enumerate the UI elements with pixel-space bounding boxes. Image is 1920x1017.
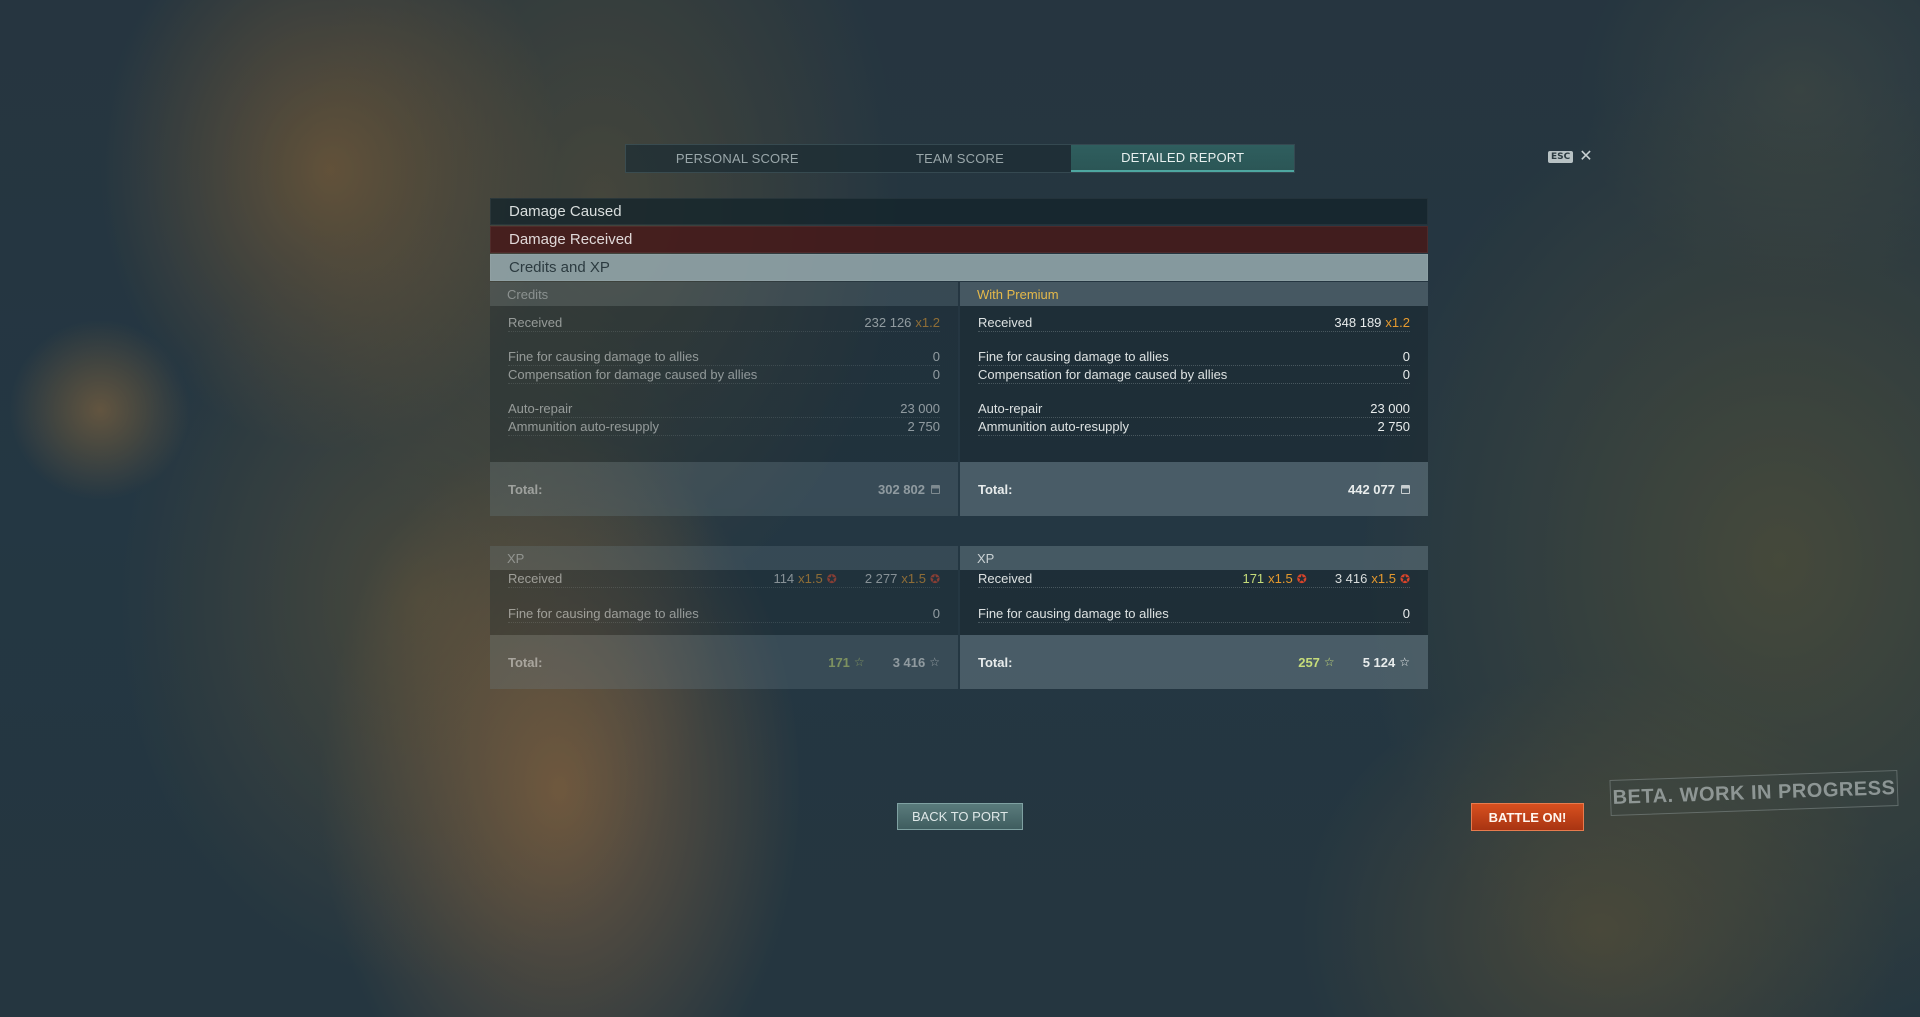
row-label: Ammunition auto-resupply bbox=[978, 419, 1130, 434]
row-label: Compensation for damage caused by allies bbox=[978, 367, 1228, 382]
row-label: Received bbox=[508, 315, 563, 330]
xp-standard-column: XP Received 114 x1.5 ✪ 2 277 x1.5 ✪ Fine for… bbox=[490, 546, 958, 689]
tab-detailed-report[interactable]: DETAILED REPORT bbox=[1071, 145, 1295, 172]
score-tabs: PERSONAL SCORE TEAM SCORE DETAILED REPOR… bbox=[625, 144, 1295, 173]
xp-star-icon: ☆ bbox=[1399, 655, 1410, 669]
battle-on-button[interactable]: BATTLE ON! bbox=[1471, 803, 1584, 831]
free-xp-value: 2 277 bbox=[864, 571, 898, 586]
xp-received-row: Received 171 x1.5 ✪ 3 416 x1.5 ✪ bbox=[978, 570, 1410, 588]
credits-header: Credits bbox=[490, 282, 958, 306]
xp-header: XP bbox=[490, 546, 958, 570]
ammo-resupply-row: Ammunition auto-resupply 2 750 bbox=[508, 418, 940, 436]
elite-xp-icon: ✪ bbox=[1296, 571, 1307, 586]
row-label: Fine for causing damage to allies bbox=[508, 349, 699, 364]
compensation-row: Compensation for damage caused by allies… bbox=[508, 366, 940, 384]
total-xp-value: 257 bbox=[1298, 654, 1320, 670]
row-label: Received bbox=[978, 315, 1033, 330]
fine-row: Fine for causing damage to allies 0 bbox=[508, 348, 940, 366]
free-xp-multiplier: x1.5 bbox=[1371, 571, 1396, 586]
free-xp-multiplier: x1.5 bbox=[901, 571, 926, 586]
row-label: Ammunition auto-resupply bbox=[508, 419, 660, 434]
fine-row: Fine for causing damage to allies 0 bbox=[978, 348, 1410, 366]
total-label: Total: bbox=[978, 481, 1013, 497]
back-to-port-button[interactable]: BACK TO PORT bbox=[897, 803, 1023, 830]
tab-team-score[interactable]: TEAM SCORE bbox=[849, 145, 1072, 172]
elite-xp-icon: ✪ bbox=[826, 571, 837, 586]
fine-value: 0 bbox=[1402, 606, 1410, 621]
ammo-resupply-row: Ammunition auto-resupply 2 750 bbox=[978, 418, 1410, 436]
row-label: Auto-repair bbox=[508, 401, 573, 416]
row-label: Auto-repair bbox=[978, 401, 1043, 416]
free-xp-value: 3 416 bbox=[1334, 571, 1368, 586]
total-label: Total: bbox=[508, 481, 543, 497]
esc-key-hint: ESC bbox=[1548, 151, 1574, 163]
fine-value: 0 bbox=[932, 349, 940, 364]
credits-icon bbox=[1401, 484, 1410, 494]
elite-xp-icon: ✪ bbox=[929, 571, 940, 586]
credits-premium-column: With Premium Received 348 189 x1.2 Fine f… bbox=[960, 282, 1428, 516]
received-value: 348 189 bbox=[1334, 315, 1382, 330]
xp-value: 114 bbox=[773, 571, 795, 586]
credits-total: Total: 442 077 bbox=[960, 462, 1428, 516]
auto-repair-row: Auto-repair 23 000 bbox=[508, 400, 940, 418]
total-xp-value: 171 bbox=[828, 654, 850, 670]
xp-star-icon: ☆ bbox=[929, 655, 940, 669]
xp-star-icon: ☆ bbox=[1323, 655, 1335, 669]
xp-fine-row: Fine for causing damage to allies 0 bbox=[978, 605, 1410, 623]
credits-received-row: Received 348 189 x1.2 bbox=[978, 314, 1410, 332]
auto-repair-value: 23 000 bbox=[900, 401, 940, 416]
total-label: Total: bbox=[508, 654, 543, 670]
total-value: 302 802 bbox=[878, 481, 925, 497]
xp-multiplier: x1.5 bbox=[1268, 571, 1293, 586]
xp-value: 171 bbox=[1242, 571, 1265, 586]
detailed-report-panel: Damage Caused Damage Received Credits an… bbox=[490, 198, 1428, 689]
elite-xp-icon: ✪ bbox=[1399, 571, 1410, 586]
auto-repair-row: Auto-repair 23 000 bbox=[978, 400, 1410, 418]
total-free-xp-value: 5 124 bbox=[1362, 654, 1396, 670]
compensation-value: 0 bbox=[1402, 367, 1410, 382]
section-credits-xp[interactable]: Credits and XP bbox=[490, 254, 1428, 281]
row-label: Fine for causing damage to allies bbox=[978, 606, 1169, 621]
xp-star-icon: ☆ bbox=[853, 655, 865, 669]
xp-received-row: Received 114 x1.5 ✪ 2 277 x1.5 ✪ bbox=[508, 570, 940, 588]
xp-header: XP bbox=[960, 546, 1428, 570]
received-multiplier: x1.2 bbox=[915, 315, 940, 330]
row-label: Received bbox=[978, 571, 1033, 586]
auto-repair-value: 23 000 bbox=[1370, 401, 1410, 416]
received-value: 232 126 bbox=[864, 315, 912, 330]
close-control[interactable]: ESC ✕ bbox=[1548, 149, 1593, 165]
total-label: Total: bbox=[978, 654, 1013, 670]
received-multiplier: x1.2 bbox=[1385, 315, 1410, 330]
credits-received-row: Received 232 126 x1.2 bbox=[508, 314, 940, 332]
fine-value: 0 bbox=[932, 606, 940, 621]
credits-columns: Credits Received 232 126 x1.2 Fine for ca… bbox=[490, 282, 1428, 516]
close-icon[interactable]: ✕ bbox=[1579, 149, 1592, 165]
ammo-resupply-value: 2 750 bbox=[1377, 419, 1410, 434]
xp-premium-column: XP Received 171 x1.5 ✪ 3 416 x1.5 ✪ Fine for… bbox=[960, 546, 1428, 689]
xp-total: Total: 171 ☆ 3 416 ☆ bbox=[490, 635, 958, 689]
xp-total: Total: 257 ☆ 5 124 ☆ bbox=[960, 635, 1428, 689]
premium-header: With Premium bbox=[960, 282, 1428, 306]
section-damage-received[interactable]: Damage Received bbox=[490, 226, 1428, 253]
row-label: Received bbox=[508, 571, 563, 586]
xp-columns: XP Received 114 x1.5 ✪ 2 277 x1.5 ✪ Fine for… bbox=[490, 546, 1428, 689]
ammo-resupply-value: 2 750 bbox=[907, 419, 940, 434]
credits-standard-column: Credits Received 232 126 x1.2 Fine for ca… bbox=[490, 282, 958, 516]
total-value: 442 077 bbox=[1348, 481, 1395, 497]
row-label: Fine for causing damage to allies bbox=[508, 606, 699, 621]
compensation-row: Compensation for damage caused by allies… bbox=[978, 366, 1410, 384]
credits-icon bbox=[931, 484, 940, 494]
row-label: Fine for causing damage to allies bbox=[978, 349, 1169, 364]
tab-personal-score[interactable]: PERSONAL SCORE bbox=[626, 145, 849, 172]
section-damage-caused[interactable]: Damage Caused bbox=[490, 198, 1428, 225]
total-free-xp-value: 3 416 bbox=[892, 654, 926, 670]
xp-multiplier: x1.5 bbox=[798, 571, 823, 586]
fine-value: 0 bbox=[1402, 349, 1410, 364]
compensation-value: 0 bbox=[932, 367, 940, 382]
credits-total: Total: 302 802 bbox=[490, 462, 958, 516]
row-label: Compensation for damage caused by allies bbox=[508, 367, 758, 382]
xp-fine-row: Fine for causing damage to allies 0 bbox=[508, 605, 940, 623]
